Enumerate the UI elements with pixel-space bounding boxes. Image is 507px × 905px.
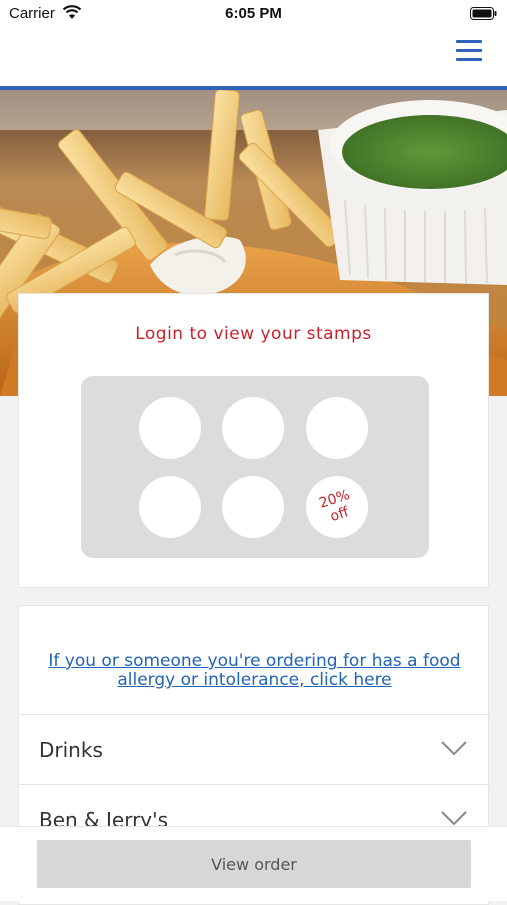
stamp-slot xyxy=(222,397,284,459)
stamp-slot xyxy=(222,476,284,538)
hamburger-menu-icon[interactable] xyxy=(456,38,482,64)
battery-icon xyxy=(470,7,497,20)
reward-stamp-slot: 20% off xyxy=(306,476,368,538)
reward-label: 20% off xyxy=(298,468,376,546)
view-order-button[interactable]: View order xyxy=(37,840,471,888)
allergy-info-link[interactable]: If you or someone you're ordering for ha… xyxy=(39,652,470,690)
stamp-slot xyxy=(306,397,368,459)
stamp-slot xyxy=(139,397,201,459)
login-to-view-stamps-text[interactable]: Login to view your stamps xyxy=(19,324,488,344)
status-bar: Carrier 6:05 PM xyxy=(0,0,507,28)
chevron-down-icon xyxy=(441,811,467,826)
category-row-drinks[interactable]: Drinks xyxy=(19,714,490,784)
chevron-down-icon xyxy=(441,741,467,756)
clock: 6:05 PM xyxy=(225,5,282,22)
stamp-grid: 20% off xyxy=(81,376,429,558)
category-label: Drinks xyxy=(39,738,103,762)
stamp-slot xyxy=(139,476,201,538)
top-nav-bar xyxy=(0,28,507,90)
stamp-card: Login to view your stamps 20% off xyxy=(18,293,489,588)
bottom-bar: View order xyxy=(0,826,507,901)
